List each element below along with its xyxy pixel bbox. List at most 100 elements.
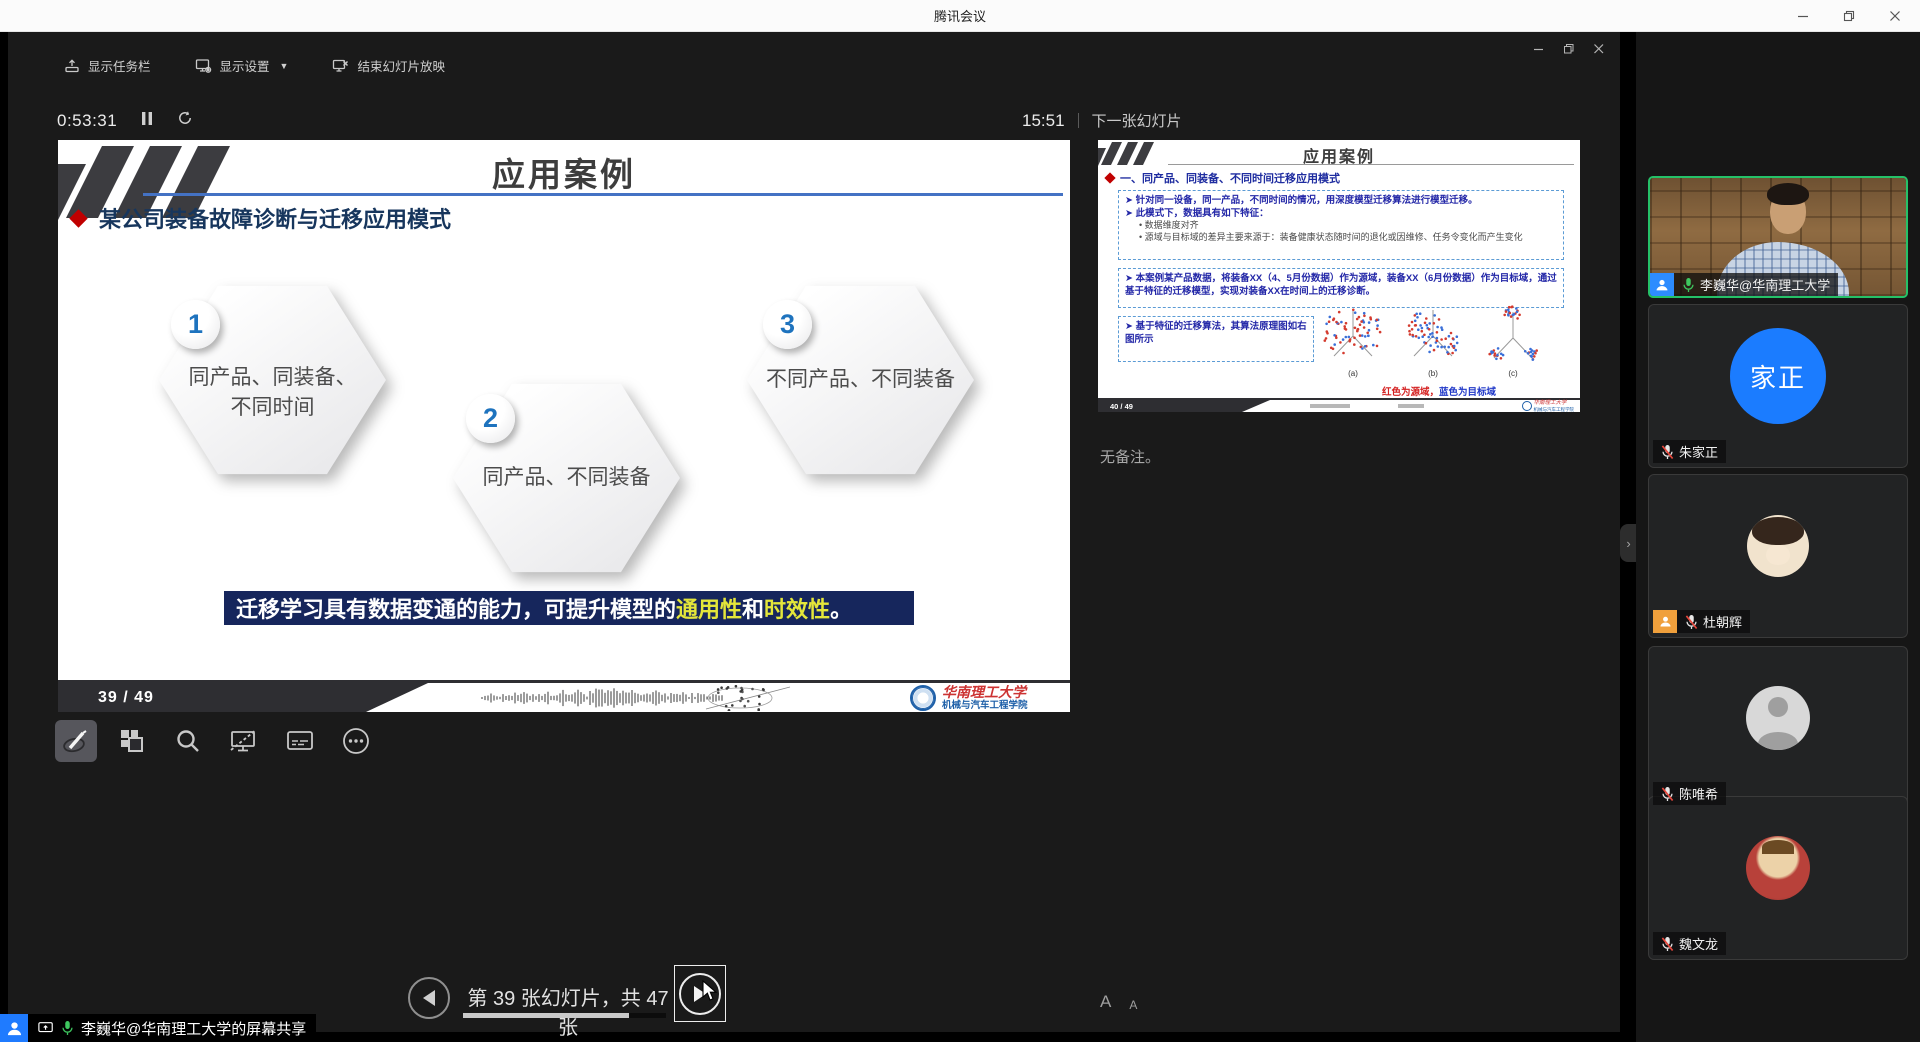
participant-label: 李巍华@华南理工大学 — [1650, 273, 1838, 296]
notes-font-controls: A A — [1100, 992, 1137, 1012]
more-options-button[interactable] — [335, 720, 377, 762]
mouse-cursor — [702, 980, 720, 1002]
fig-c-label: (c) — [1508, 369, 1518, 378]
participant-name: 魏文龙 — [1679, 934, 1718, 953]
end-slideshow-icon — [332, 58, 349, 74]
arrow-left-icon — [423, 990, 435, 1006]
banner-highlight-2: 时效性 — [764, 592, 830, 624]
preview-emblem-icon — [1522, 401, 1532, 411]
preview-footer-scatter — [1398, 404, 1424, 408]
divider — [1078, 113, 1079, 128]
presenter-toolbar: 显示任务栏 显示设置 ▼ 结束幻灯片放映 — [64, 56, 445, 75]
participant-label: 魏文龙 — [1653, 932, 1726, 955]
preview-figure-legend: 红色为源域，蓝色为目标域 — [1308, 384, 1570, 398]
inner-restore-icon[interactable] — [1564, 44, 1574, 57]
show-taskbar-button[interactable]: 显示任务栏 — [64, 56, 151, 75]
previous-slide-button[interactable] — [408, 977, 450, 1019]
hexagon-2-number: 2 — [466, 394, 515, 443]
mic-muted-icon — [1661, 786, 1674, 802]
hexagon-1-line1: 同产品、同装备、 — [189, 363, 357, 393]
preview-title-underline — [1168, 164, 1574, 165]
end-slideshow-button[interactable]: 结束幻灯片放映 — [332, 56, 445, 75]
chevron-right-icon: › — [1626, 536, 1630, 551]
current-slide: 应用案例 某公司装备故障诊断与迁移应用模式 同产品、同装备、不同时间 1 同产品… — [58, 140, 1070, 712]
banner-text: 迁移学习具有数据变通的能力，可提升模型的 — [236, 592, 676, 624]
preview-box1-bullet1: • 数据维度对齐 — [1125, 220, 1557, 232]
magnifier-icon — [174, 727, 202, 755]
share-banner-text: 李巍华@华南理工大学的屏幕共享 — [81, 1018, 306, 1039]
mic-on-icon — [1682, 277, 1695, 293]
profile-person-icon — [1653, 610, 1677, 633]
display-settings-label: 显示设置 — [220, 56, 270, 75]
elapsed-timer: 0:53:31 — [57, 111, 117, 131]
banner-text-2: 和 — [742, 592, 764, 624]
profile-person-icon — [1650, 273, 1674, 296]
preview-heading-row: 一、同产品、同装备、不同时间迁移应用模式 — [1106, 170, 1340, 186]
preview-box1-line1: ➤ 针对同一设备，同一产品，不同时间的情况，用深度模型迁移算法进行模型迁移。 — [1125, 194, 1557, 207]
close-icon[interactable] — [1876, 1, 1914, 31]
inner-window-controls — [1534, 44, 1604, 57]
university-department: 机械与汽车工程学院 — [942, 700, 1028, 711]
slide-subtitle-row: 某公司装备故障诊断与迁移应用模式 — [72, 202, 451, 234]
participant-tile[interactable]: 魏文龙 — [1648, 796, 1908, 960]
next-slide-heading: 下一张幻灯片 — [1092, 110, 1182, 131]
preview-footer: 40 / 49 华南理工大学 机械与汽车工程学院 — [1098, 398, 1580, 412]
preview-heading: 一、同产品、同装备、不同时间迁移应用模式 — [1120, 170, 1340, 186]
font-increase-button[interactable]: A — [1100, 992, 1111, 1012]
participant-name: 杜朝辉 — [1703, 612, 1742, 631]
participant-name: 陈唯希 — [1679, 784, 1718, 803]
legend-target-domain: 蓝色为目标域 — [1439, 387, 1496, 398]
show-taskbar-label: 显示任务栏 — [88, 56, 151, 75]
inner-minimize-icon[interactable] — [1534, 44, 1544, 57]
mic-muted-icon — [1661, 444, 1674, 460]
font-decrease-button[interactable]: A — [1129, 998, 1137, 1012]
slide-footer-bar: 39 / 49 — [58, 683, 428, 712]
captions-button[interactable] — [279, 720, 321, 762]
hexagon-1-number: 1 — [171, 300, 220, 349]
restart-timer-icon[interactable] — [177, 110, 193, 131]
slide-subtitle: 某公司装备故障诊断与迁移应用模式 — [99, 202, 451, 234]
fig-b-label: (b) — [1428, 369, 1438, 378]
pen-tool-button[interactable] — [55, 720, 97, 762]
preview-box1-bullet2: • 源域与目标域的差异主要来源于：装备健康状态随时间的退化或因维修、任务令变化而… — [1125, 232, 1557, 244]
banner-highlight-1: 通用性 — [676, 592, 742, 624]
mic-muted-icon — [1661, 936, 1674, 952]
preview-footer-bar: 40 / 49 — [1098, 400, 1270, 412]
participant-tile[interactable]: 家正 朱家正 — [1648, 304, 1908, 468]
pause-timer-icon[interactable] — [141, 111, 153, 131]
black-screen-button[interactable] — [223, 720, 265, 762]
title-underline — [143, 193, 1063, 196]
restore-icon[interactable] — [1830, 1, 1868, 31]
participant-tile[interactable]: 陈唯希 — [1648, 646, 1908, 810]
mic-muted-icon — [1685, 614, 1698, 630]
end-slideshow-label: 结束幻灯片放映 — [357, 56, 445, 75]
display-settings-button[interactable]: 显示设置 ▼ — [195, 56, 289, 75]
participant-tile[interactable]: 杜朝辉 — [1648, 474, 1908, 638]
preview-box-1: ➤ 针对同一设备，同一产品，不同时间的情况，用深度模型迁移算法进行模型迁移。 ➤… — [1118, 190, 1564, 260]
waveform-image — [478, 685, 728, 711]
participants-panel: 李巍华@华南理工大学 家正 朱家正 杜朝辉 陈唯希 — [1636, 32, 1920, 1042]
avatar — [1747, 515, 1809, 577]
more-options-icon — [341, 726, 371, 756]
participant-tile-speaker[interactable]: 李巍华@华南理工大学 — [1648, 176, 1908, 298]
taskbar-icon — [64, 58, 80, 74]
hexagon-3-line1: 不同产品、不同装备 — [766, 365, 955, 395]
magnifier-button[interactable] — [167, 720, 209, 762]
hexagon-2-line1: 同产品、不同装备 — [483, 463, 651, 493]
slide-counter: 第 39 张幻灯片，共 47 张 — [460, 982, 676, 1040]
slide-sorter-button[interactable] — [111, 720, 153, 762]
university-logo: 华南理工大学 机械与汽车工程学院 — [910, 685, 1028, 711]
participant-head — [1770, 190, 1806, 234]
nav-progress-fill — [463, 1013, 629, 1018]
participant-label: 朱家正 — [1653, 440, 1726, 463]
slide-title: 应用案例 — [58, 148, 1070, 196]
legend-source-domain: 红色为源域， — [1382, 387, 1439, 398]
collapse-panel-tab[interactable]: › — [1620, 524, 1637, 562]
avatar — [1746, 836, 1810, 900]
minimize-icon[interactable] — [1784, 1, 1822, 31]
preview-box-3: ➤ 基于特征的迁移算法，其算法原理图如右图所示 — [1118, 316, 1314, 362]
next-slide-preview: 应用案例 一、同产品、同装备、不同时间迁移应用模式 ➤ 针对同一设备，同一产品，… — [1098, 140, 1580, 412]
preview-page-number: 40 / 49 — [1110, 402, 1133, 411]
preview-diamond-icon — [1104, 172, 1115, 183]
inner-close-icon[interactable] — [1594, 44, 1604, 57]
